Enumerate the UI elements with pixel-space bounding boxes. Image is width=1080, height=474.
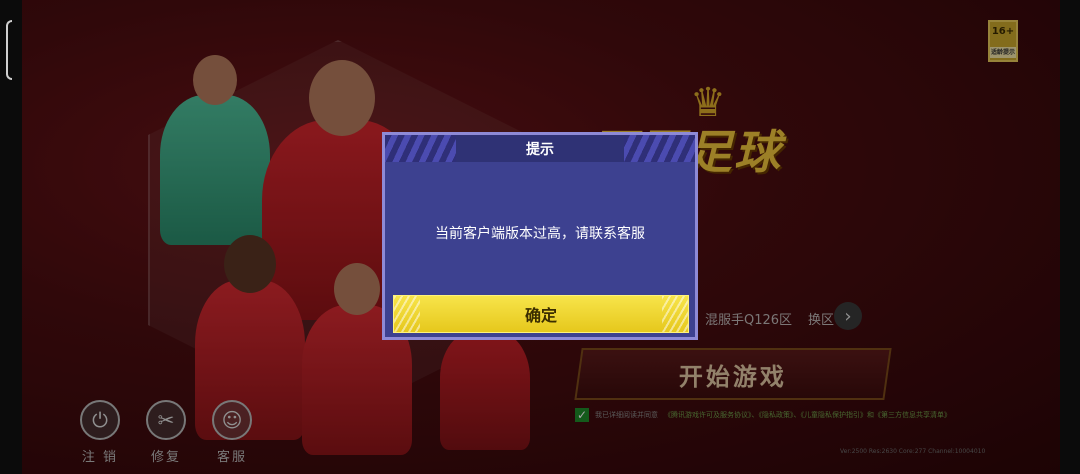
screen-edge-left [0,0,22,474]
alert-dialog: 提示 当前客户端版本过高，请联系客服 确定 [382,132,698,340]
screen-edge-right [1060,0,1080,474]
dialog-header: 提示 [385,135,695,162]
confirm-button[interactable]: 确定 [393,295,689,333]
dialog-title: 提示 [526,141,554,158]
game-login-screen: 16+ 适龄提示 ♛ 冠军足球 混服手Q126区 换区 › 开始游戏 ✓ 我已详… [0,0,1080,474]
confirm-button-label: 确定 [524,306,557,325]
dialog-message: 当前客户端版本过高，请联系客服 [435,226,645,242]
